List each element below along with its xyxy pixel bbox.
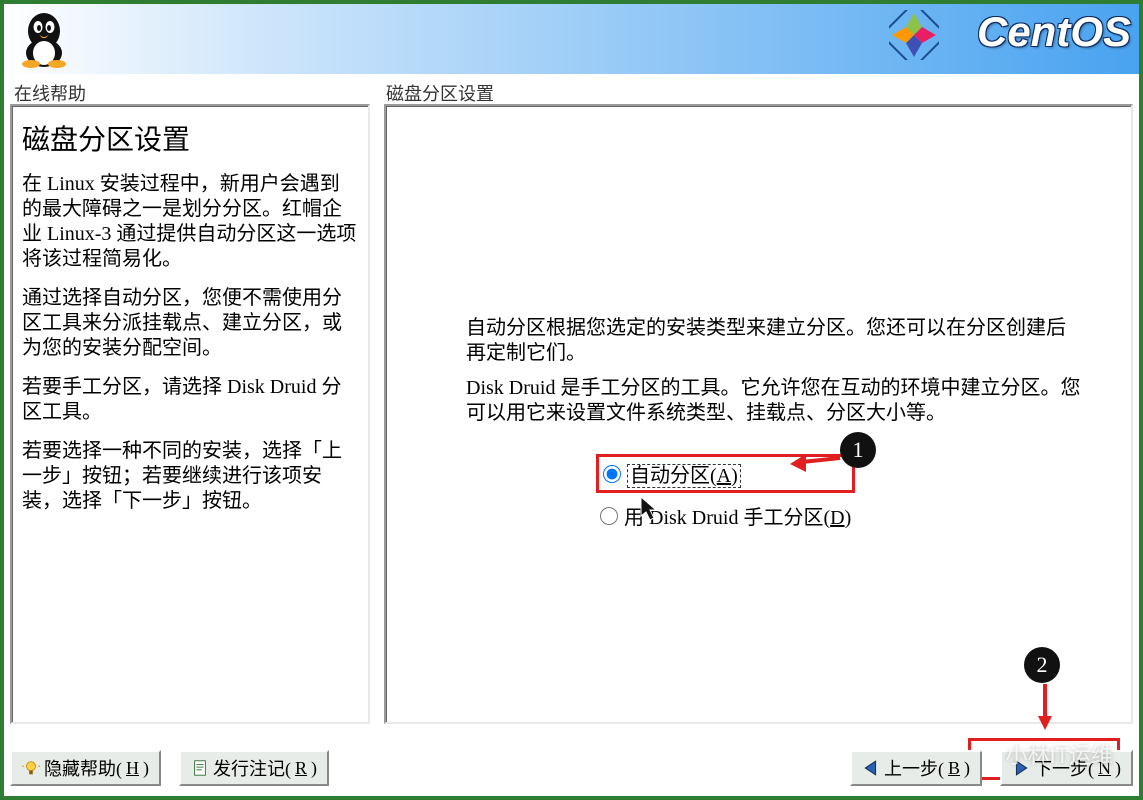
help-paragraph: 若要手工分区，请选择 Disk Druid 分区工具。 <box>22 375 358 425</box>
tux-icon <box>4 4 84 74</box>
main-paragraph: 自动分区根据您选定的安装类型来建立分区。您还可以在分区创建后再定制它们。 <box>466 316 1081 366</box>
arrow-red-icon <box>790 448 842 472</box>
main-paragraph: Disk Druid 是手工分区的工具。它允许您在互动的环境中建立分区。您可以用… <box>466 376 1081 426</box>
help-paragraph: 通过选择自动分区，您便不需使用分区工具来分派挂载点、建立分区，或为您的安装分配空… <box>22 286 358 361</box>
release-notes-button[interactable]: 发行注记(R) <box>179 750 329 786</box>
help-panel: 磁盘分区设置 在 Linux 安装过程中，新用户会遇到的最大障碍之一是划分分区。… <box>10 104 370 724</box>
triangle-left-icon <box>862 759 880 777</box>
brand-text: CentOS <box>977 8 1131 56</box>
radio-manual-partition[interactable]: 用 Disk Druid 手工分区(D) <box>596 499 855 532</box>
centos-logo-icon <box>889 10 939 65</box>
back-button[interactable]: 上一步(B) <box>850 750 982 786</box>
arrow-down-red-icon <box>1036 684 1054 732</box>
help-paragraph: 在 Linux 安装过程中，新用户会遇到的最大障碍之一是划分分区。红帽企业 Li… <box>22 172 358 272</box>
cursor-icon <box>640 496 660 522</box>
help-title: 磁盘分区设置 <box>22 118 358 158</box>
main-section-label: 磁盘分区设置 <box>386 80 494 106</box>
radio-auto-label: 自动分区(A) <box>627 459 741 488</box>
document-icon <box>191 759 209 777</box>
bottom-bar: 隐藏帮助(H) 发行注记(R) 上一步(B) 下一步(N) <box>10 746 1133 790</box>
callout-badge-2: 2 <box>1024 647 1060 683</box>
radio-auto-input[interactable] <box>603 465 621 483</box>
hide-help-button[interactable]: 隐藏帮助(H) <box>10 750 161 786</box>
main-panel: 自动分区根据您选定的安装类型来建立分区。您还可以在分区创建后再定制它们。 Dis… <box>384 104 1133 724</box>
lightbulb-icon <box>22 759 40 777</box>
watermark: 小林IT运维 <box>977 738 1113 770</box>
help-section-label: 在线帮助 <box>14 80 86 106</box>
callout-badge-1: 1 <box>840 432 876 468</box>
paw-icon <box>977 743 999 765</box>
header-bar: CentOS <box>4 4 1139 74</box>
radio-manual-input[interactable] <box>600 507 618 525</box>
help-paragraph: 若要选择一种不同的安装，选择「上一步」按钮；若要继续进行该项安装，选择「下一步」… <box>22 439 358 514</box>
